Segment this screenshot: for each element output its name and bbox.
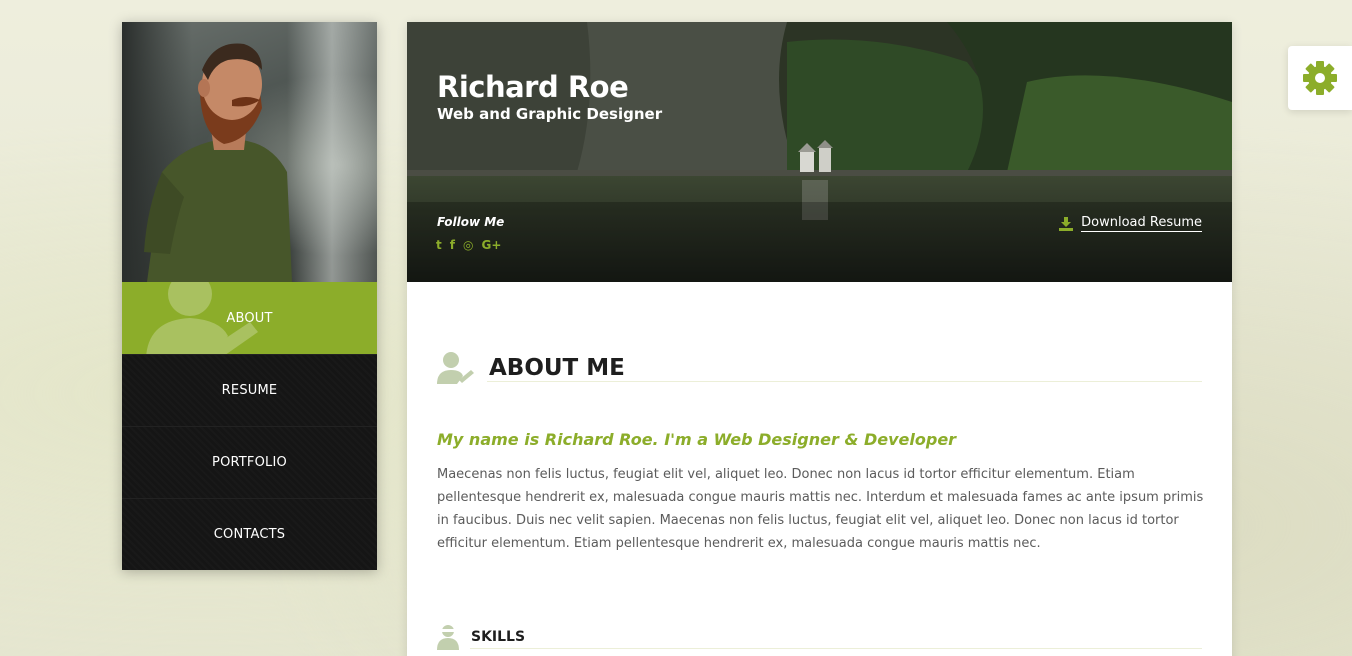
- lake-landscape-image: [407, 22, 1232, 282]
- skills-heading: SKILLS: [437, 624, 525, 650]
- user-ninja-icon: [437, 625, 459, 650]
- download-resume-button[interactable]: Download Resume: [1059, 215, 1202, 232]
- profile-role: Web and Graphic Designer: [437, 105, 663, 123]
- sidebar-item-label: ABOUT: [226, 310, 273, 326]
- settings-button[interactable]: [1288, 46, 1352, 110]
- sidebar-item-resume[interactable]: RESUME: [122, 354, 377, 426]
- about-title: ABOUT ME: [489, 355, 625, 381]
- instagram-icon[interactable]: ◎: [463, 238, 473, 252]
- sidebar-item-label: CONTACTS: [213, 527, 286, 542]
- social-links: t f ◎ G+: [436, 238, 501, 252]
- download-icon: [1059, 216, 1074, 231]
- sidebar-item-label: PORTFOLIO: [212, 455, 287, 470]
- user-edit-icon: [437, 352, 474, 384]
- about-bio: Maecenas non felis luctus, feugiat elit …: [437, 467, 1204, 551]
- sidebar-item-about[interactable]: ABOUT: [122, 282, 377, 354]
- main-card: Richard Roe Web and Graphic Designer Fol…: [407, 22, 1232, 656]
- about-heading: ABOUT ME: [437, 352, 625, 384]
- sidebar-item-portfolio[interactable]: PORTFOLIO: [122, 426, 377, 498]
- about-tagline: My name is Richard Roe. I'm a Web Design…: [437, 430, 957, 449]
- profile-name: Richard Roe: [437, 70, 629, 104]
- download-resume-label: Download Resume: [1081, 215, 1202, 232]
- divider: [487, 381, 1202, 382]
- profile-photo: [122, 22, 377, 282]
- divider: [470, 648, 1202, 649]
- facebook-icon[interactable]: f: [450, 238, 455, 252]
- skills-title: SKILLS: [471, 629, 526, 645]
- sidebar-item-label: RESUME: [221, 383, 278, 398]
- sidebar-item-contacts[interactable]: CONTACTS: [122, 498, 377, 570]
- sidebar: ABOUT RESUME PORTFOLIO CONTACTS: [122, 22, 377, 570]
- google-plus-icon[interactable]: G+: [481, 238, 501, 252]
- sidebar-nav: ABOUT RESUME PORTFOLIO CONTACTS: [122, 282, 377, 570]
- gear-icon: [1303, 61, 1337, 95]
- person-illustration: [144, 43, 292, 282]
- header-banner: Richard Roe Web and Graphic Designer Fol…: [407, 22, 1232, 282]
- twitter-icon[interactable]: t: [436, 238, 442, 252]
- follow-label: Follow Me: [437, 215, 505, 229]
